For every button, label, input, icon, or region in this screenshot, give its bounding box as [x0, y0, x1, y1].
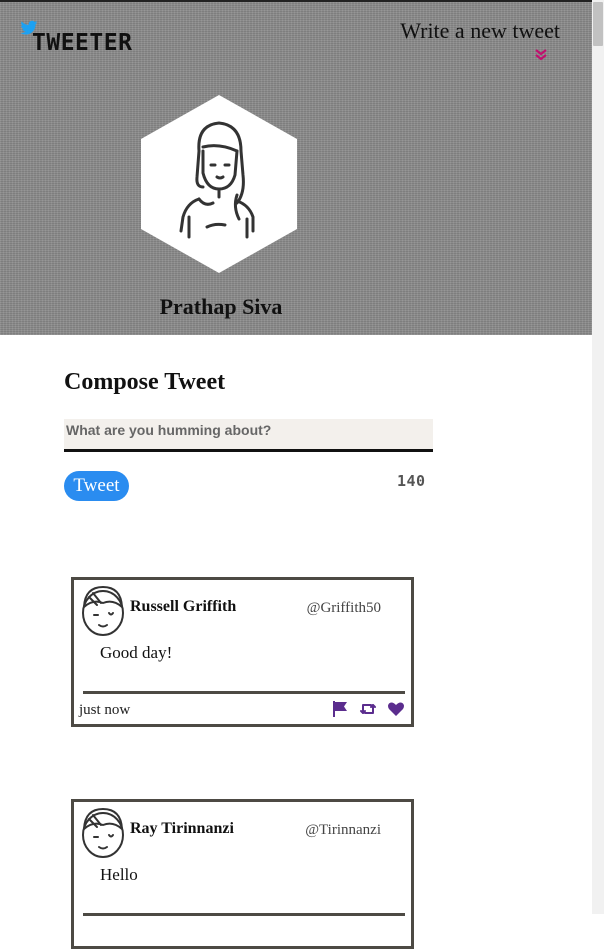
tweet-divider: [83, 691, 405, 694]
profile-avatar: [141, 95, 297, 273]
tweet-text: Good day!: [100, 643, 173, 662]
tweet-author-handle[interactable]: @Tirinnanzi: [305, 822, 381, 839]
profile-name: Prathap Siva: [159, 294, 283, 319]
character-counter: 140: [397, 472, 426, 490]
profile-header: TWEETER Write a new tweet Prathap Siva: [0, 2, 592, 335]
heart-icon[interactable]: [387, 700, 405, 718]
tweet-input[interactable]: [64, 419, 433, 452]
tweet-author-name[interactable]: Russell Griffith: [130, 598, 236, 616]
scrollbar[interactable]: [592, 0, 604, 914]
tweet-card: Ray Tirinnanzi @Tirinnanzi Hello: [71, 799, 414, 949]
logo-text: TWEETER: [32, 30, 133, 56]
tweet-card: Russell Griffith @Griffith50 Good day! j…: [71, 577, 414, 727]
chevron-double-down-icon: [535, 49, 547, 61]
flag-icon[interactable]: [331, 700, 349, 718]
logo[interactable]: TWEETER: [20, 20, 140, 56]
write-new-tweet-label: Write a new tweet: [400, 18, 560, 43]
tweet-timestamp: just now: [79, 702, 131, 718]
scrollbar-thumb[interactable]: [593, 2, 603, 46]
user-avatar: [82, 586, 124, 636]
tweet-divider: [83, 913, 405, 916]
write-new-tweet-link[interactable]: Write a new tweet: [400, 18, 560, 61]
tweet-author-handle[interactable]: @Griffith50: [307, 600, 381, 617]
compose-title: Compose Tweet: [64, 369, 226, 395]
retweet-icon[interactable]: [359, 700, 377, 718]
user-avatar: [82, 808, 124, 858]
tweet-actions: [331, 700, 405, 718]
tweet-text: Hello: [100, 865, 138, 884]
tweet-button[interactable]: Tweet: [64, 471, 129, 501]
tweet-author-name[interactable]: Ray Tirinnanzi: [130, 820, 234, 838]
